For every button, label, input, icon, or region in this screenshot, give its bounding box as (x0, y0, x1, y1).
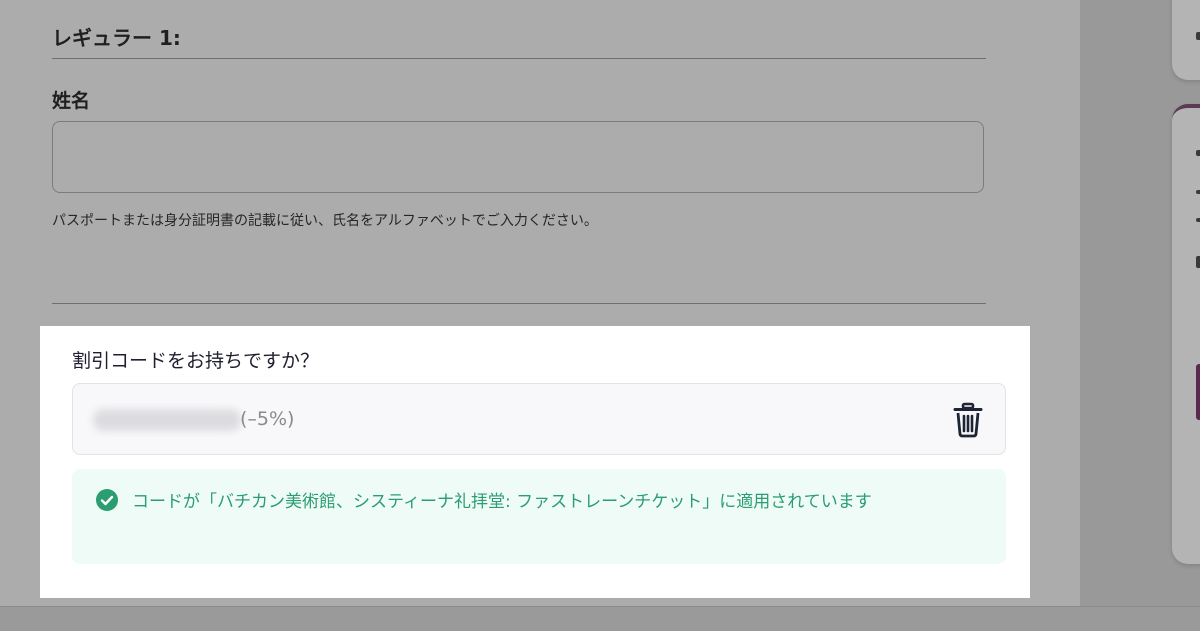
success-alert: コードが「バチカン美術館、システィーナ礼拝堂: ファストレーンチケット」に適用さ… (72, 469, 1006, 564)
name-hint: パスポートまたは身分証明書の記載に従い、氏名をアルファベットでご入力ください。 (52, 213, 598, 229)
sidebar-mark (1196, 218, 1200, 222)
divider (52, 303, 986, 304)
discount-code-panel: 割引コードをお持ちですか？ (–5%) コードが「バチカン美術館、システィーナ礼… (40, 326, 1030, 598)
bottom-bar (0, 606, 1200, 631)
check-circle-icon (96, 489, 118, 511)
sidebar-card-top (1172, 0, 1200, 80)
sidebar-mark (1196, 190, 1200, 194)
sidebar-mark (1196, 32, 1200, 40)
remove-code-button[interactable] (951, 402, 985, 438)
trash-icon (953, 402, 983, 438)
discount-percentage: (–5%) (240, 408, 295, 430)
redacted-code (93, 409, 241, 431)
sidebar-mark (1196, 150, 1200, 156)
sidebar-card-summary (1172, 104, 1200, 564)
discount-title: 割引コードをお持ちですか？ (72, 350, 320, 372)
discount-code-field[interactable]: (–5%) (72, 383, 1006, 455)
sidebar-mark (1196, 256, 1200, 268)
section-title: レギュラー 1: (52, 26, 181, 50)
name-input[interactable] (52, 121, 984, 193)
sidebar-accent-button[interactable] (1196, 364, 1200, 420)
divider (52, 58, 986, 59)
success-message: コードが「バチカン美術館、システィーナ礼拝堂: ファストレーンチケット」に適用さ… (132, 492, 872, 512)
name-label: 姓名 (52, 90, 91, 112)
